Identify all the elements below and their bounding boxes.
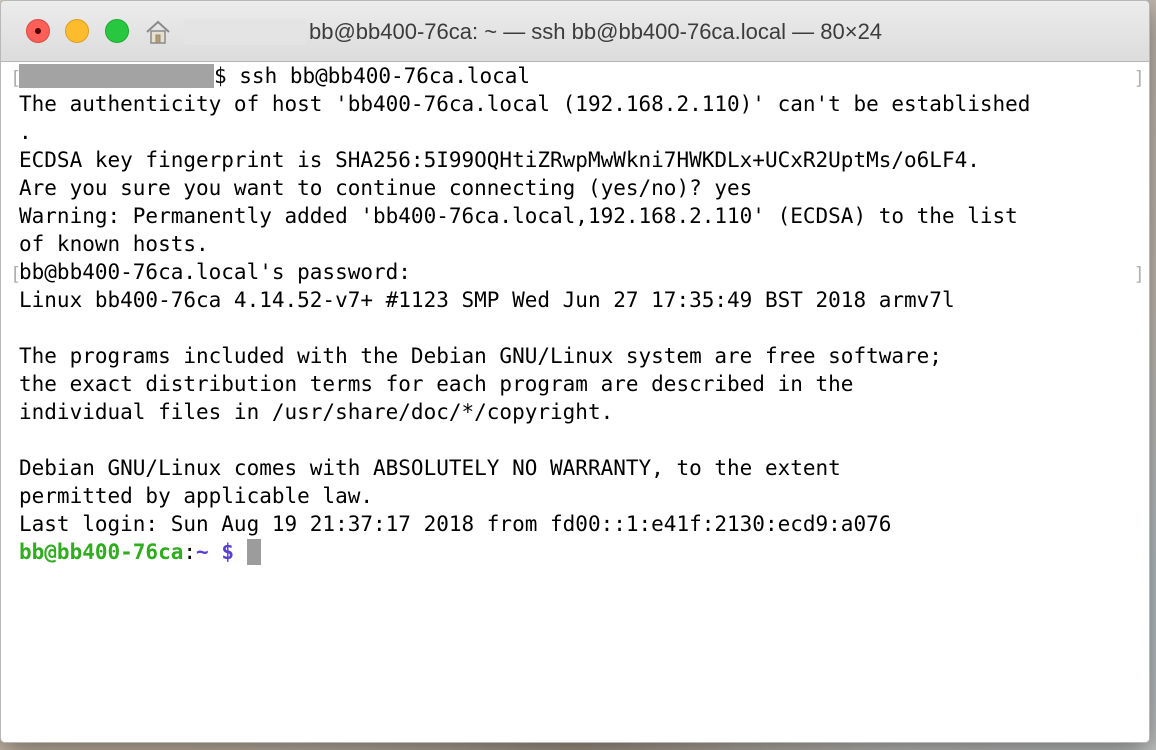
terminal-window: bb@bb400-76ca: ~ — ssh bb@bb400-76ca.loc… [0, 0, 1150, 743]
shell-prompt-line: bb@bb400-76ca:~ $ [19, 538, 261, 566]
command-line: $ ssh bb@bb400-76ca.local [19, 62, 530, 90]
title-redacted-block [184, 19, 306, 45]
output-line: permitted by applicable law. [19, 484, 374, 508]
output-line: of known hosts. [19, 232, 209, 256]
output-line: Debian GNU/Linux comes with ABSOLUTELY N… [19, 456, 841, 480]
output-line: bb@bb400-76ca.local's password: [19, 260, 411, 284]
output-line: . [19, 120, 32, 144]
output-line: The authenticity of host 'bb400-76ca.loc… [19, 92, 1031, 116]
output-line: the exact distribution terms for each pr… [19, 372, 854, 396]
title-bar[interactable]: bb@bb400-76ca: ~ — ssh bb@bb400-76ca.loc… [1, 1, 1149, 62]
zoom-button[interactable] [105, 19, 129, 43]
prompt-user-host: bb@bb400-76ca [19, 540, 184, 564]
output-line: ECDSA key fingerprint is SHA256:5I99OQHt… [19, 148, 980, 172]
output-line: Are you sure you want to continue connec… [19, 176, 753, 200]
command-text: $ ssh bb@bb400-76ca.local [214, 64, 531, 88]
redacted-prompt-block [19, 64, 214, 88]
prompt-path: ~ [196, 540, 209, 564]
home-folder-icon [146, 20, 170, 44]
output-line: Linux bb400-76ca 4.14.52-v7+ #1123 SMP W… [19, 288, 955, 312]
output-line: Last login: Sun Aug 19 21:37:17 2018 fro… [19, 512, 892, 536]
terminal-content[interactable]: [ ] $ ssh bb@bb400-76ca.local The authen… [1, 62, 1149, 742]
close-button[interactable] [26, 19, 50, 43]
line-mark-right: ] [1133, 67, 1145, 89]
prompt-dollar: $ [221, 540, 234, 564]
output-line: Warning: Permanently added 'bb400-76ca.l… [19, 204, 1018, 228]
prompt-colon: : [183, 540, 197, 564]
line-mark-right: ] [1133, 263, 1145, 285]
text-cursor[interactable] [246, 539, 261, 565]
window-title: bb@bb400-76ca: ~ — ssh bb@bb400-76ca.loc… [309, 19, 883, 44]
output-line: individual files in /usr/share/doc/*/cop… [19, 400, 614, 424]
minimize-button[interactable] [65, 19, 89, 43]
output-line: The programs included with the Debian GN… [19, 344, 942, 368]
